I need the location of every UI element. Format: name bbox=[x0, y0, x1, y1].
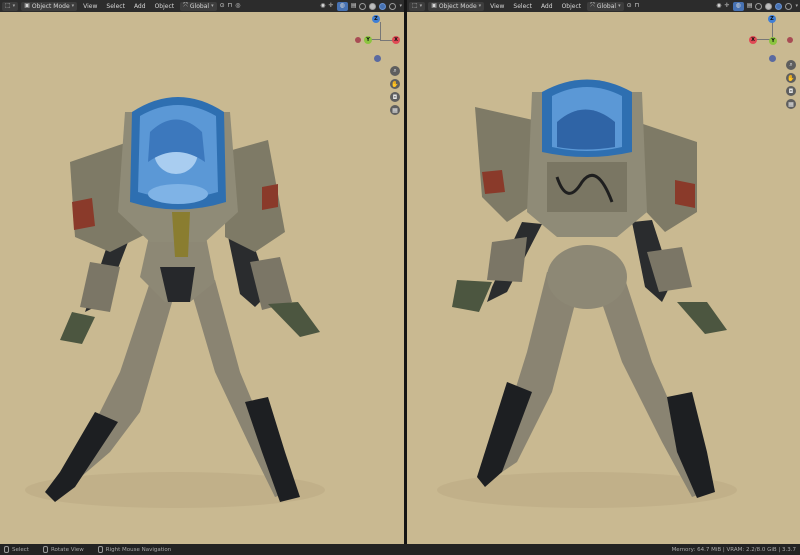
menu-select[interactable]: Select bbox=[510, 3, 535, 10]
menu-add[interactable]: Add bbox=[131, 3, 149, 10]
pivot-icon[interactable]: ⊙ bbox=[627, 3, 632, 9]
gizmo-x-axis[interactable]: X bbox=[749, 36, 757, 44]
grid-icon[interactable]: ▦ bbox=[786, 99, 796, 109]
camera-icon[interactable]: ◘ bbox=[786, 86, 796, 96]
menu-add[interactable]: Add bbox=[538, 3, 556, 10]
gizmo-x-axis[interactable]: X bbox=[392, 36, 400, 44]
orientation-label: Global bbox=[189, 2, 210, 10]
viewport-header-left: ⬚ ▾ ▣ Object Mode ▾ View Select Add Object … bbox=[0, 0, 404, 12]
overlay-toggle-button[interactable]: ◍ bbox=[336, 1, 348, 11]
rendered-shading-icon[interactable] bbox=[785, 2, 793, 10]
overlay-icon: ◍ bbox=[339, 2, 345, 9]
grid-icon[interactable]: ▦ bbox=[390, 105, 400, 115]
navigation-controls: ⌕ ✋ ◘ ▦ bbox=[390, 66, 400, 115]
gizmo-toggle-icon[interactable]: ✛ bbox=[725, 3, 730, 9]
editor-type-button[interactable]: ⬚ ▾ bbox=[2, 1, 19, 11]
mode-label: Object Mode bbox=[438, 2, 477, 10]
chevron-down-icon: ▾ bbox=[211, 3, 214, 9]
character-back-view bbox=[437, 79, 737, 508]
chevron-down-icon: ▾ bbox=[12, 3, 16, 9]
rendered-shading-icon[interactable] bbox=[389, 2, 397, 10]
overlay-icon: ◍ bbox=[735, 2, 741, 9]
wireframe-shading-icon[interactable] bbox=[755, 2, 763, 10]
editor-type-button[interactable]: ⬚ ▾ bbox=[409, 1, 426, 11]
viewport-icon: ⬚ bbox=[412, 2, 418, 9]
chevron-down-icon: ▾ bbox=[618, 3, 621, 9]
status-bar: Select Rotate View Right Mouse Navigatio… bbox=[0, 544, 800, 555]
object-mode-icon: ▣ bbox=[24, 2, 30, 9]
mode-dropdown[interactable]: ▣ Object Mode ▾ bbox=[21, 1, 78, 11]
object-mode-icon: ▣ bbox=[431, 2, 437, 9]
gizmo-toggle-icon[interactable]: ✛ bbox=[329, 3, 334, 9]
mouse-left-icon bbox=[4, 546, 9, 553]
overlay-toggle-button[interactable]: ◍ bbox=[732, 1, 744, 11]
visibility-icon[interactable]: ◉ bbox=[716, 3, 721, 9]
gizmo-z-axis[interactable]: Z bbox=[372, 15, 380, 23]
gizmo-neg-x-axis[interactable] bbox=[355, 37, 361, 43]
xray-icon[interactable]: ▤ bbox=[351, 3, 357, 9]
viewport-right[interactable]: ⬚ ▾ ▣ Object Mode ▾ View Select Add Object … bbox=[407, 0, 800, 544]
chevron-down-icon[interactable]: ▾ bbox=[795, 3, 798, 9]
gizmo-neg-x-axis[interactable] bbox=[787, 37, 793, 43]
xray-icon[interactable]: ▤ bbox=[747, 3, 753, 9]
status-select-label: Select bbox=[12, 546, 29, 553]
magnifier-icon[interactable]: ⌕ bbox=[786, 60, 796, 70]
transform-icon: ⤧ bbox=[183, 2, 188, 9]
chevron-down-icon[interactable]: ▾ bbox=[399, 3, 402, 9]
solid-shading-icon[interactable] bbox=[369, 2, 377, 10]
hand-icon[interactable]: ✋ bbox=[786, 73, 796, 83]
menu-view[interactable]: View bbox=[80, 3, 100, 10]
menu-object[interactable]: Object bbox=[152, 3, 178, 10]
gizmo-neg-z-axis[interactable] bbox=[769, 55, 776, 62]
menu-view[interactable]: View bbox=[487, 3, 507, 10]
pivot-icon[interactable]: ⊙ bbox=[220, 3, 225, 9]
gizmo-z-axis[interactable]: Z bbox=[768, 15, 776, 23]
snap-icon[interactable]: ⊓ bbox=[228, 3, 233, 9]
z-axis-line bbox=[380, 22, 381, 40]
mouse-middle-icon bbox=[42, 546, 48, 553]
navigation-gizmo[interactable]: Z X Y bbox=[747, 15, 797, 65]
material-shading-icon[interactable] bbox=[775, 2, 783, 10]
camera-icon[interactable]: ◘ bbox=[390, 92, 400, 102]
gizmo-neg-z-axis[interactable] bbox=[374, 55, 381, 62]
status-info: Memory: 64.7 MiB | VRAM: 2.2/8.0 GiB | 3… bbox=[671, 546, 796, 553]
orientation-label: Global bbox=[596, 2, 617, 10]
magnifier-icon[interactable]: ⌕ bbox=[390, 66, 400, 76]
status-select: Select bbox=[4, 546, 29, 553]
navigation-controls: ⌕ ✋ ◘ ▦ bbox=[786, 60, 796, 109]
viewport-header-right: ⬚ ▾ ▣ Object Mode ▾ View Select Add Object … bbox=[407, 0, 800, 12]
orientation-dropdown[interactable]: ⤧ Global ▾ bbox=[587, 1, 624, 11]
chevron-down-icon: ▾ bbox=[478, 3, 482, 9]
viewport-icon: ⬚ bbox=[5, 2, 11, 9]
character-front-view bbox=[25, 97, 325, 508]
menu-object[interactable]: Object bbox=[559, 3, 585, 10]
status-navigation-label: Right Mouse Navigation bbox=[105, 546, 172, 553]
navigation-gizmo[interactable]: Z Y X bbox=[355, 15, 404, 65]
chevron-down-icon: ▾ bbox=[71, 3, 75, 9]
transform-icon: ⤧ bbox=[590, 2, 595, 9]
visibility-icon[interactable]: ◉ bbox=[320, 3, 325, 9]
proportional-icon[interactable]: ◎ bbox=[235, 3, 240, 9]
hand-icon[interactable]: ✋ bbox=[390, 79, 400, 89]
status-rotate: Rotate View bbox=[42, 546, 84, 553]
orientation-dropdown[interactable]: ⤧ Global ▾ bbox=[180, 1, 217, 11]
solid-shading-icon[interactable] bbox=[765, 2, 773, 10]
status-navigation: Right Mouse Navigation bbox=[97, 546, 172, 553]
viewport-left[interactable]: ⬚ ▾ ▣ Object Mode ▾ View Select Add Object … bbox=[0, 0, 404, 544]
gizmo-y-axis[interactable]: Y bbox=[769, 37, 777, 45]
mouse-right-icon bbox=[97, 546, 103, 553]
snap-icon[interactable]: ⊓ bbox=[635, 3, 640, 9]
status-rotate-label: Rotate View bbox=[50, 546, 84, 553]
wireframe-shading-icon[interactable] bbox=[359, 2, 367, 10]
material-shading-icon[interactable] bbox=[379, 2, 387, 10]
mode-dropdown[interactable]: ▣ Object Mode ▾ bbox=[428, 1, 485, 11]
chevron-down-icon: ▾ bbox=[419, 3, 423, 9]
mode-label: Object Mode bbox=[31, 2, 70, 10]
menu-select[interactable]: Select bbox=[103, 3, 128, 10]
gizmo-y-axis[interactable]: Y bbox=[364, 36, 372, 44]
